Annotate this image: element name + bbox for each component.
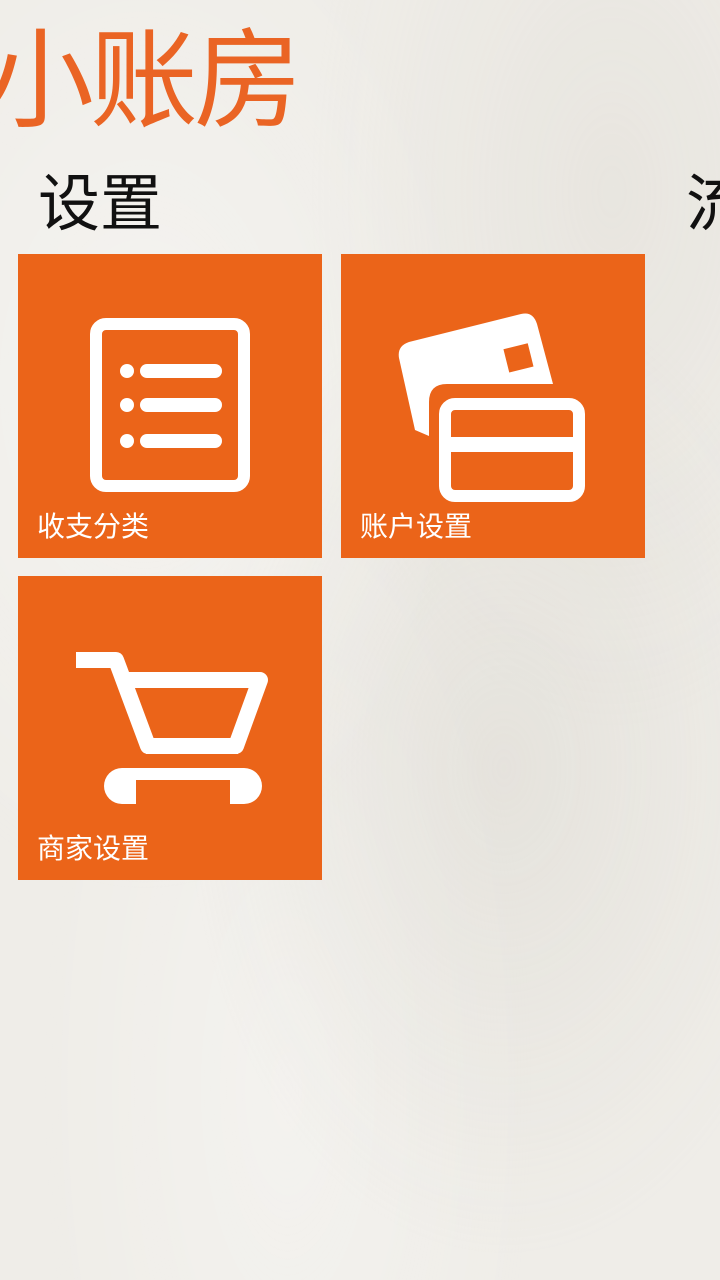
tile-account-settings[interactable]: 账户设置 (341, 254, 645, 558)
app-title: 小账房 (0, 19, 302, 144)
tile-label: 商家设置 (37, 832, 150, 865)
tile-label: 账户设置 (360, 510, 473, 543)
tile-merchant-settings[interactable]: 商家设置 (18, 576, 322, 880)
section-title-settings: 设置 (38, 167, 163, 240)
tile-label: 收支分类 (37, 510, 150, 543)
tile-income-expense-category[interactable]: 收支分类 (18, 254, 322, 558)
section-title-next[interactable]: 流 (686, 166, 720, 242)
